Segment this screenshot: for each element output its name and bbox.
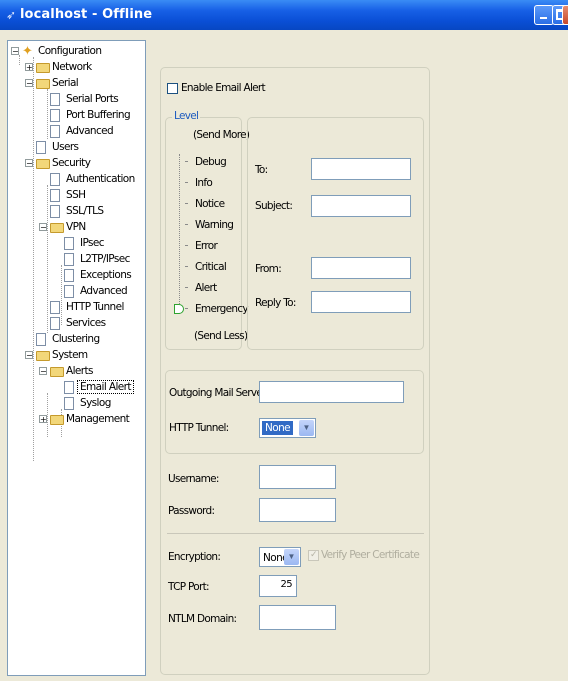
chevron-down-icon[interactable]: ▼ [299,420,314,436]
level-option-error: Error [195,240,218,252]
enable-email-alert-label: Enable Email Alert [181,82,266,94]
from-label: From: [255,263,282,275]
level-option-info: Info [195,177,213,189]
expand-icon[interactable]: + [25,63,33,72]
page-icon [50,205,60,218]
tcp-port-input[interactable]: 25 [259,575,297,597]
page-icon [50,109,60,122]
configuration-icon: ✦ [22,44,33,59]
page-icon [64,269,74,282]
window-title: localhost - Offline [20,7,153,22]
folder-open-icon [50,223,64,233]
level-slider-track[interactable] [179,154,180,314]
password-input[interactable] [259,498,336,522]
verify-peer-label: Verify Peer Certificate [321,549,420,561]
subject-input[interactable] [311,195,411,217]
http-tunnel-select[interactable]: None ▼ [259,418,316,438]
level-group-title: Level [172,110,201,122]
collapse-icon[interactable]: − [25,79,33,88]
title-bar[interactable]: ➶ localhost - Offline [0,0,568,30]
enable-email-alert-checkbox[interactable] [167,83,178,94]
email-alert-panel: Enable Email Alert Level (Send More) Deb… [148,40,568,681]
page-icon [36,141,46,154]
collapse-icon[interactable]: − [25,351,33,360]
divider [167,533,424,534]
page-icon [64,397,74,410]
username-label: Username: [168,473,219,485]
tcp-port-label: TCP Port: [168,581,210,593]
to-input[interactable] [311,158,411,180]
level-option-warning: Warning [195,219,234,231]
reply-to-input[interactable] [311,291,411,313]
level-option-emergency: Emergency [195,303,249,315]
checkmark-icon: ✓ [310,549,318,559]
chevron-down-icon[interactable]: ▼ [284,549,299,565]
from-input[interactable] [311,257,411,279]
app-icon: ➶ [6,8,17,22]
collapse-icon[interactable]: − [39,223,47,232]
page-icon [64,381,74,394]
collapse-icon[interactable]: − [11,47,19,56]
page-icon [50,317,60,330]
smtp-input[interactable] [259,381,404,403]
level-slider-thumb[interactable] [174,304,184,314]
recipients-group [247,117,424,350]
username-input[interactable] [259,465,336,489]
level-option-critical: Critical [195,261,227,273]
level-option-debug: Debug [195,156,227,168]
ntlm-domain-input[interactable] [259,605,336,630]
verify-peer-checkbox[interactable]: ✓ [308,549,319,561]
encryption-label: Encryption: [168,551,221,563]
folder-icon [36,63,50,73]
send-less-label: (Send Less) [194,330,248,342]
minimize-icon [540,17,547,19]
to-label: To: [255,164,268,176]
http-tunnel-label: HTTP Tunnel: [169,422,229,434]
page-icon [50,189,60,202]
level-option-alert: Alert [195,282,217,294]
page-icon [50,301,60,314]
selected-tree-label: Email Alert [77,380,134,394]
folder-open-icon [36,159,50,169]
navigation-tree[interactable]: − ✦ Configuration + Network − Serial Ser… [7,40,146,676]
page-icon [64,237,74,250]
page-icon [50,125,60,138]
folder-open-icon [50,367,64,377]
close-button[interactable] [562,5,568,25]
password-label: Password: [168,505,215,517]
folder-icon [50,415,64,425]
page-icon [36,333,46,346]
collapse-icon[interactable]: − [25,159,33,168]
level-group [165,117,242,350]
collapse-icon[interactable]: − [39,367,47,376]
encryption-select[interactable]: None ▼ [259,547,301,567]
send-more-label: (Send More) [193,129,250,141]
page-icon [64,253,74,266]
folder-open-icon [36,351,50,361]
level-option-notice: Notice [195,198,225,210]
expand-icon[interactable]: + [39,415,47,424]
reply-to-label: Reply To: [255,297,296,309]
page-icon [50,93,60,106]
subject-label: Subject: [255,200,293,212]
page-icon [64,285,74,298]
minimize-button[interactable] [534,5,554,25]
folder-open-icon [36,79,50,89]
ntlm-domain-label: NTLM Domain: [168,613,237,625]
page-icon [50,173,60,186]
